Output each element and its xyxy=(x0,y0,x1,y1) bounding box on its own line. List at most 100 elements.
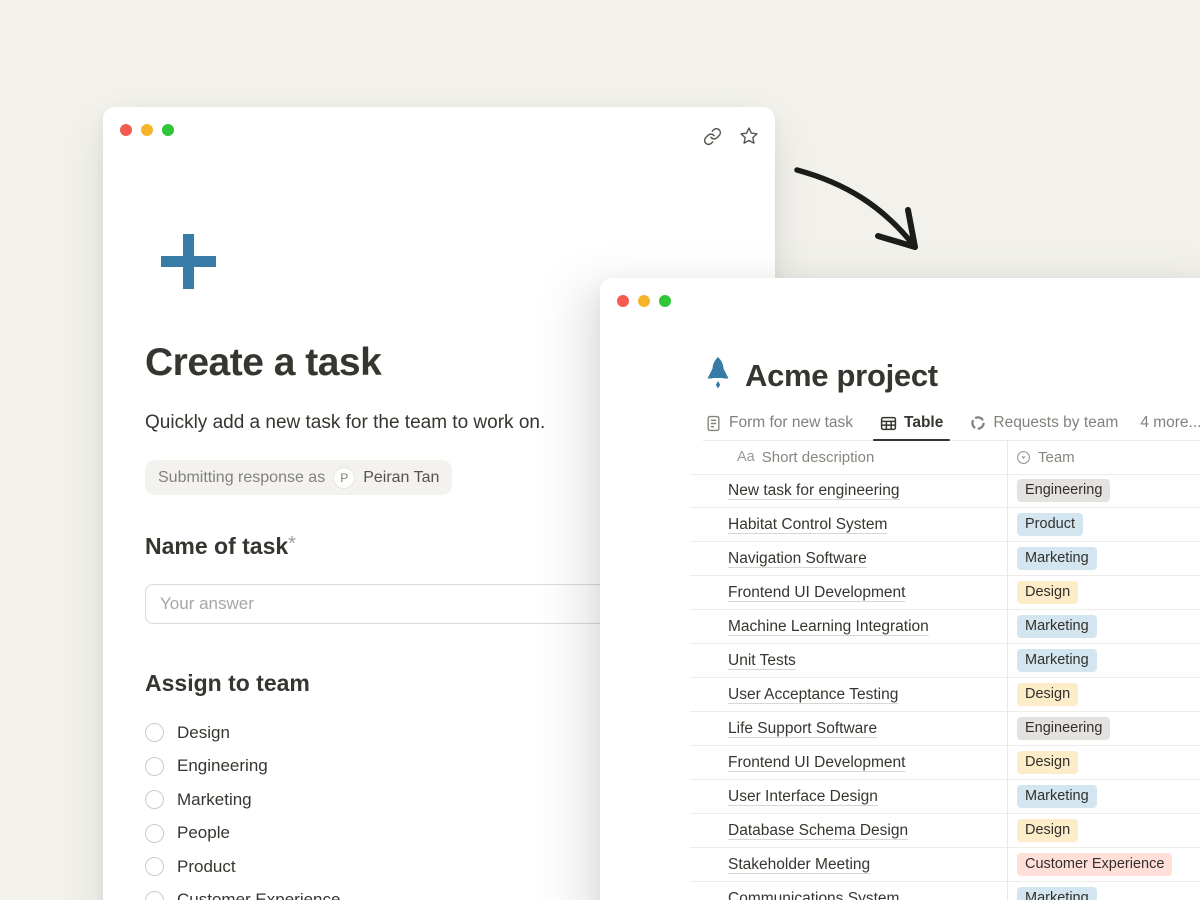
table-row[interactable]: New task for engineering Engineering xyxy=(690,474,1200,508)
pie-icon xyxy=(970,415,986,431)
required-mark: * xyxy=(288,533,296,555)
text-property-icon: Aa xyxy=(737,449,755,465)
column-header-team[interactable]: Team xyxy=(1007,449,1075,466)
team-options-list: Design Engineering Marketing People Prod… xyxy=(145,716,340,900)
database-window: Acme project Form for new task Table Req… xyxy=(600,278,1200,900)
select-property-icon xyxy=(1016,450,1031,465)
radio-icon[interactable] xyxy=(145,824,164,843)
team-badge: Product xyxy=(1017,513,1083,536)
team-badge: Marketing xyxy=(1017,785,1097,808)
table-row[interactable]: Machine Learning Integration Marketing xyxy=(690,610,1200,644)
tab-requests-by-team[interactable]: Requests by team xyxy=(968,406,1120,440)
table-row[interactable]: Database Schema Design Design xyxy=(690,814,1200,848)
team-badge: Marketing xyxy=(1017,615,1097,638)
task-name-input[interactable] xyxy=(145,584,675,624)
cell-team[interactable]: Marketing xyxy=(1007,615,1097,638)
table-row[interactable]: Life Support Software Engineering xyxy=(690,712,1200,746)
team-badge: Design xyxy=(1017,819,1078,842)
team-badge: Marketing xyxy=(1017,649,1097,672)
team-option-customer-experience[interactable]: Customer Experience xyxy=(145,884,340,900)
cell-short-description[interactable]: Machine Learning Integration xyxy=(690,618,1007,636)
cell-short-description[interactable]: Database Schema Design xyxy=(690,822,1007,840)
user-avatar: P xyxy=(333,467,355,489)
cell-team[interactable]: Design xyxy=(1007,581,1078,604)
cell-team[interactable]: Product xyxy=(1007,513,1083,536)
submitting-as-pill: Submitting response as P Peiran Tan xyxy=(145,460,452,495)
table-row[interactable]: User Acceptance Testing Design xyxy=(690,678,1200,712)
cell-short-description[interactable]: New task for engineering xyxy=(690,482,1007,500)
cell-team[interactable]: Marketing xyxy=(1007,547,1097,570)
zoom-button[interactable] xyxy=(162,124,174,136)
view-tabs: Form for new task Table Requests by team… xyxy=(703,406,1200,441)
cell-team[interactable]: Engineering xyxy=(1007,717,1110,740)
table-body: New task for engineering Engineering Hab… xyxy=(690,474,1200,900)
team-option-design[interactable]: Design xyxy=(145,716,340,750)
assign-to-team-label: Assign to team xyxy=(145,670,310,697)
copy-link-icon[interactable] xyxy=(703,127,722,146)
team-option-marketing[interactable]: Marketing xyxy=(145,783,340,817)
table-row[interactable]: User Interface Design Marketing xyxy=(690,780,1200,814)
desktop-background: Create a task Quickly add a new task for… xyxy=(0,0,1200,900)
cell-team[interactable]: Design xyxy=(1007,683,1078,706)
team-badge: Engineering xyxy=(1017,479,1110,502)
team-badge: Design xyxy=(1017,683,1078,706)
cell-short-description[interactable]: Frontend UI Development xyxy=(690,754,1007,772)
table-row[interactable]: Frontend UI Development Design xyxy=(690,746,1200,780)
cell-team[interactable]: Engineering xyxy=(1007,479,1110,502)
radio-icon[interactable] xyxy=(145,723,164,742)
table-row[interactable]: Communications System Marketing xyxy=(690,882,1200,900)
user-name: Peiran Tan xyxy=(363,469,439,487)
radio-icon[interactable] xyxy=(145,790,164,809)
minimize-button[interactable] xyxy=(141,124,153,136)
cell-short-description[interactable]: Stakeholder Meeting xyxy=(690,856,1007,874)
tab-form-for-new-task[interactable]: Form for new task xyxy=(703,406,855,440)
table-icon xyxy=(880,415,897,432)
cell-short-description[interactable]: Unit Tests xyxy=(690,652,1007,670)
team-badge: Marketing xyxy=(1017,547,1097,570)
table-row[interactable]: Frontend UI Development Design xyxy=(690,576,1200,610)
cell-short-description[interactable]: Navigation Software xyxy=(690,550,1007,568)
cell-team[interactable]: Design xyxy=(1007,819,1078,842)
team-badge: Design xyxy=(1017,581,1078,604)
table-row[interactable]: Stakeholder Meeting Customer Experience xyxy=(690,848,1200,882)
team-option-people[interactable]: People xyxy=(145,817,340,851)
cell-team[interactable]: Customer Experience xyxy=(1007,853,1172,876)
page-title: Acme project xyxy=(745,358,938,394)
favorite-star-icon[interactable] xyxy=(739,126,759,146)
name-of-task-label: Name of task* xyxy=(145,533,296,560)
cell-short-description[interactable]: Life Support Software xyxy=(690,720,1007,738)
radio-icon[interactable] xyxy=(145,857,164,876)
cell-short-description[interactable]: Habitat Control System xyxy=(690,516,1007,534)
rocket-icon xyxy=(705,356,731,395)
minimize-button[interactable] xyxy=(638,295,650,307)
table-row[interactable]: Navigation Software Marketing xyxy=(690,542,1200,576)
team-badge: Customer Experience xyxy=(1017,853,1172,876)
form-icon xyxy=(705,415,722,432)
form-title: Create a task xyxy=(145,341,381,385)
cell-team[interactable]: Marketing xyxy=(1007,649,1097,672)
radio-icon[interactable] xyxy=(145,891,164,900)
table-row[interactable]: Habitat Control System Product xyxy=(690,508,1200,542)
close-button[interactable] xyxy=(617,295,629,307)
team-option-engineering[interactable]: Engineering xyxy=(145,750,340,784)
column-header-short-description[interactable]: Aa Short description xyxy=(690,449,1007,466)
cell-short-description[interactable]: Frontend UI Development xyxy=(690,584,1007,602)
team-badge: Design xyxy=(1017,751,1078,774)
close-button[interactable] xyxy=(120,124,132,136)
cell-short-description[interactable]: Communications System xyxy=(690,890,1007,900)
radio-icon[interactable] xyxy=(145,757,164,776)
team-badge: Marketing xyxy=(1017,887,1097,900)
window-controls xyxy=(120,124,174,136)
cell-team[interactable]: Design xyxy=(1007,751,1078,774)
tab-table[interactable]: Table xyxy=(873,406,950,440)
tab-4-more[interactable]: 4 more... xyxy=(1138,406,1200,440)
cell-short-description[interactable]: User Acceptance Testing xyxy=(690,686,1007,704)
table-row[interactable]: Unit Tests Marketing xyxy=(690,644,1200,678)
plus-icon xyxy=(160,233,217,295)
cell-team[interactable]: Marketing xyxy=(1007,887,1097,900)
team-option-product[interactable]: Product xyxy=(145,850,340,884)
cell-team[interactable]: Marketing xyxy=(1007,785,1097,808)
zoom-button[interactable] xyxy=(659,295,671,307)
cell-short-description[interactable]: User Interface Design xyxy=(690,788,1007,806)
team-badge: Engineering xyxy=(1017,717,1110,740)
